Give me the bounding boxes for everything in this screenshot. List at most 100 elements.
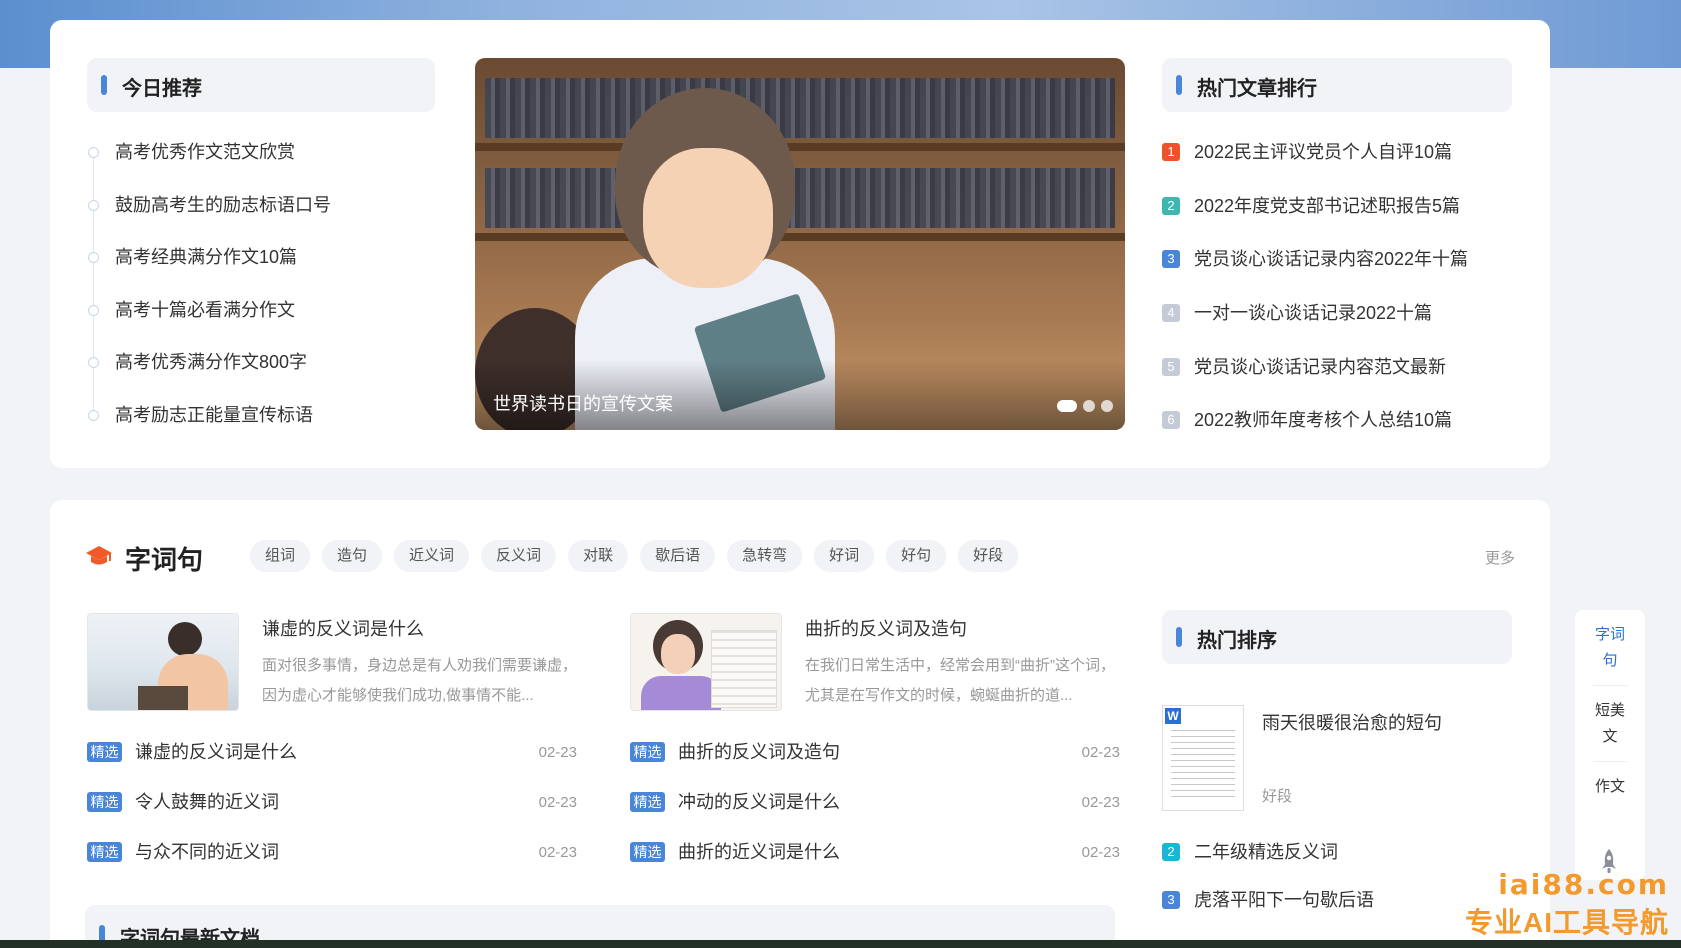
rank-badge: 3 bbox=[1162, 250, 1180, 269]
side-hot-title: 热门排序 bbox=[1197, 630, 1277, 652]
list-item[interactable]: 高考优秀作文范文欣赏 bbox=[87, 140, 407, 193]
circle-dot-icon bbox=[88, 199, 99, 211]
rank-badge: 6 bbox=[1162, 411, 1180, 430]
list-item[interactable]: 3 虎落平阳下一句歇后语 bbox=[1162, 888, 1512, 936]
featured-badge: 精选 bbox=[630, 842, 665, 862]
graduation-cap-icon bbox=[86, 546, 112, 565]
document-thumbnail[interactable]: W bbox=[1162, 705, 1244, 811]
list-item[interactable]: 精选 谦虚的反义词是什么 02-23 bbox=[87, 740, 577, 790]
rank-badge: 5 bbox=[1162, 357, 1180, 376]
list-item[interactable]: 精选 冲动的反义词是什么 02-23 bbox=[630, 790, 1120, 840]
side-hot-list: 2 二年级精选反义词 3 虎落平阳下一句歇后语 bbox=[1162, 840, 1512, 936]
feature-article[interactable]: 谦虚的反义词是什么 面对很多事情，身边总是有人劝我们需要谦虚，因为虚心才能够使我… bbox=[87, 613, 577, 713]
rank-badge: 2 bbox=[1162, 196, 1180, 215]
list-item[interactable]: 高考优秀满分作文800字 bbox=[87, 350, 407, 403]
shelf-divider bbox=[475, 233, 1125, 241]
tag-haoci[interactable]: 好词 bbox=[814, 540, 875, 572]
watermark-text: 专业AI工具导航 bbox=[1464, 907, 1669, 938]
side-hot-top-title[interactable]: 雨天很暖很治愈的短句 bbox=[1262, 709, 1442, 735]
list-item[interactable]: 精选 令人鼓舞的近义词 02-23 bbox=[87, 790, 577, 840]
hot-articles-title: 热门文章排行 bbox=[1197, 78, 1317, 100]
words-title: 字词句 bbox=[125, 545, 204, 575]
today-recommend-header: 今日推荐 bbox=[87, 58, 435, 112]
list-item[interactable]: 6 2022教师年度考核个人总结10篇 bbox=[1162, 408, 1542, 462]
circle-dot-icon bbox=[88, 304, 99, 316]
feature-article[interactable]: 曲折的反义词及造句 在我们日常生活中，经常会用到“曲折”这个词，尤其是在写作文的… bbox=[630, 613, 1120, 713]
book-image bbox=[138, 686, 188, 710]
side-hot-top-item[interactable]: W 雨天很暖很治愈的短句 好段 bbox=[1162, 705, 1512, 815]
rank-badge: 4 bbox=[1162, 304, 1180, 323]
float-nav-item[interactable]: 短美文 bbox=[1575, 686, 1645, 762]
featured-badge: 精选 bbox=[87, 742, 122, 762]
side-hot-header: 热门排序 bbox=[1162, 610, 1512, 664]
rank-badge: 3 bbox=[1162, 891, 1180, 909]
rank-badge: 2 bbox=[1162, 843, 1180, 861]
list-item[interactable]: 高考十篇必看满分作文 bbox=[87, 298, 407, 351]
float-nav-item[interactable]: 字词句 bbox=[1575, 610, 1645, 686]
list-item[interactable]: 精选 曲折的反义词及造句 02-23 bbox=[630, 740, 1120, 790]
shelf-divider bbox=[475, 143, 1125, 151]
today-recommend-title: 今日推荐 bbox=[122, 78, 202, 100]
tag-duilian[interactable]: 对联 bbox=[568, 540, 629, 572]
today-recommend-list: 高考优秀作文范文欣赏 鼓励高考生的励志标语口号 高考经典满分作文10篇 高考十篇… bbox=[87, 140, 407, 455]
tag-jinyici[interactable]: 近义词 bbox=[394, 540, 470, 572]
watermark: iai88.com 专业AI工具导航 bbox=[1465, 868, 1669, 941]
rank-badge: 1 bbox=[1162, 143, 1180, 161]
feature-title[interactable]: 曲折的反义词及造句 bbox=[805, 615, 967, 641]
carousel-dot[interactable] bbox=[1057, 400, 1077, 412]
section-bar-icon bbox=[1176, 627, 1182, 647]
floating-nav: 字词句 短美文 作文 bbox=[1575, 610, 1645, 880]
tag-haoduan[interactable]: 好段 bbox=[958, 540, 1019, 572]
list-item[interactable]: 2 2022年度党支部书记述职报告5篇 bbox=[1162, 194, 1542, 248]
list-item[interactable]: 3 党员谈心谈话记录内容2022年十篇 bbox=[1162, 247, 1542, 301]
word-doc-icon: W bbox=[1165, 708, 1181, 724]
carousel-dot[interactable] bbox=[1083, 400, 1095, 412]
word-tags: 组词 造句 近义词 反义词 对联 歇后语 急转弯 好词 好句 好段 bbox=[250, 540, 1019, 572]
article-thumbnail[interactable] bbox=[630, 613, 782, 711]
featured-badge: 精选 bbox=[630, 742, 665, 762]
section-bar-icon bbox=[1176, 75, 1182, 95]
top-card: 今日推荐 高考优秀作文范文欣赏 鼓励高考生的励志标语口号 高考经典满分作文10篇… bbox=[50, 20, 1550, 468]
girl-face-image bbox=[661, 634, 695, 674]
tag-fanyici[interactable]: 反义词 bbox=[481, 540, 557, 572]
list-item[interactable]: 高考经典满分作文10篇 bbox=[87, 245, 407, 298]
tag-zuci[interactable]: 组词 bbox=[250, 540, 311, 572]
tag-zaoju[interactable]: 造句 bbox=[322, 540, 383, 572]
circle-dot-icon bbox=[88, 252, 99, 263]
hot-articles-header: 热门文章排行 bbox=[1162, 58, 1512, 112]
circle-dot-icon bbox=[88, 147, 99, 158]
carousel-dot[interactable] bbox=[1101, 400, 1113, 412]
featured-badge: 精选 bbox=[87, 842, 122, 862]
child-hair-image bbox=[168, 622, 202, 656]
more-link[interactable]: 更多 bbox=[1485, 547, 1515, 568]
hot-articles-list: 1 2022民主评议党员个人自评10篇 2 2022年度党支部书记述职报告5篇 3党… bbox=[1162, 140, 1542, 462]
list-item[interactable]: 1 2022民主评议党员个人自评10篇 bbox=[1162, 140, 1542, 194]
list-item[interactable]: 4 一对一谈心谈话记录2022十篇 bbox=[1162, 301, 1542, 355]
featured-badge: 精选 bbox=[87, 792, 122, 812]
section-bar-icon bbox=[101, 75, 107, 95]
article-thumbnail[interactable] bbox=[87, 613, 239, 711]
banner-caption[interactable]: 世界读书日的宣传文案 bbox=[493, 390, 673, 416]
banner-carousel[interactable]: 世界读书日的宣传文案 bbox=[475, 58, 1125, 430]
list-item[interactable]: 精选 曲折的近义词是什么 02-23 bbox=[630, 840, 1120, 890]
list-item[interactable]: 2 二年级精选反义词 bbox=[1162, 840, 1512, 888]
tag-haoju[interactable]: 好句 bbox=[886, 540, 947, 572]
open-book-image bbox=[711, 630, 777, 708]
feature-title[interactable]: 谦虚的反义词是什么 bbox=[262, 615, 424, 641]
bookshelf-image bbox=[485, 168, 1115, 228]
tag-jizhuanwan[interactable]: 急转弯 bbox=[727, 540, 803, 572]
list-item[interactable]: 高考励志正能量宣传标语 bbox=[87, 403, 407, 456]
carousel-dots bbox=[1057, 400, 1113, 412]
reader-face-image bbox=[643, 148, 773, 288]
right-article-list: 精选 曲折的反义词及造句 02-23 精选 冲动的反义词是什么 02-23 精选 曲折的近… bbox=[630, 740, 1120, 890]
list-item[interactable]: 精选 与众不同的近义词 02-23 bbox=[87, 840, 577, 890]
feature-description: 面对很多事情，身边总是有人劝我们需要谦虚，因为虚心才能够使我们成功,做事情不能.… bbox=[262, 657, 577, 704]
tag-xiehouyu[interactable]: 歇后语 bbox=[640, 540, 716, 572]
float-nav-item[interactable]: 作文 bbox=[1575, 762, 1645, 812]
bookshelf-image bbox=[485, 78, 1115, 138]
list-item[interactable]: 鼓励高考生的励志标语口号 bbox=[87, 193, 407, 246]
taskbar-strip bbox=[0, 940, 1681, 948]
girl-body-image bbox=[641, 676, 721, 710]
list-item[interactable]: 5 党员谈心谈话记录内容范文最新 bbox=[1162, 355, 1542, 409]
side-hot-top-tag: 好段 bbox=[1262, 788, 1293, 805]
